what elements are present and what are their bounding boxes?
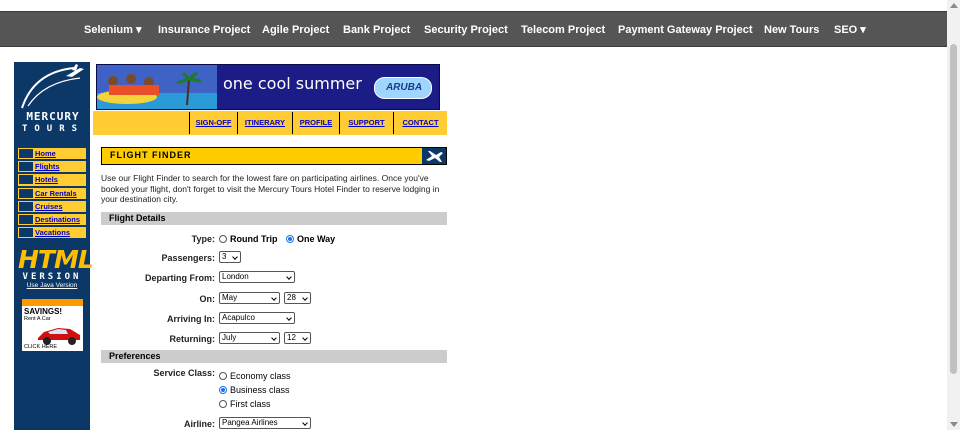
aruba-banner[interactable]: one cool summer ARUBA: [96, 64, 440, 110]
passengers-value: 3: [222, 252, 227, 261]
flight-finder-intro: Use our Flight Finder to search for the …: [101, 173, 440, 204]
depart-day-select[interactable]: 28: [284, 292, 311, 304]
support-link[interactable]: SUPPORT: [339, 112, 393, 134]
returning-label: Returning:: [169, 334, 216, 344]
aruba-logo: ARUBA: [374, 77, 432, 99]
mercury-tours-logo: MERCURY TOURS: [14, 62, 90, 136]
sidebar-item-cruises[interactable]: Cruises: [17, 199, 87, 213]
nav-selenium[interactable]: Selenium ▾: [84, 12, 141, 48]
radio-off-icon: [219, 235, 227, 243]
service-class-label: Service Class:: [153, 368, 215, 378]
sidebar-item-hotels[interactable]: Hotels: [17, 173, 87, 187]
return-month-select[interactable]: July: [219, 332, 280, 344]
itinerary-link[interactable]: ITINERARY: [237, 112, 292, 134]
chevron-down-icon: [302, 295, 308, 301]
top-navbar: Selenium ▾ Insurance Project Agile Proje…: [0, 11, 947, 47]
nav-security-project[interactable]: Security Project: [424, 12, 508, 48]
arriving-in-select[interactable]: Acapulco: [219, 312, 295, 324]
economy-label: Economy class: [230, 371, 291, 381]
logo-tours-text: TOURS: [21, 124, 85, 134]
radio-on-icon: [286, 235, 294, 243]
departing-from-label: Departing From:: [144, 273, 215, 283]
service-economy-radio[interactable]: Economy class: [219, 371, 291, 381]
arriving-in-label: Arriving In:: [166, 314, 215, 324]
roundtrip-label: Round Trip: [230, 234, 278, 244]
arriving-in-value: Acapulco: [222, 313, 255, 322]
page-title: FLIGHT FINDER: [110, 150, 192, 160]
signoff-link[interactable]: SIGN-OFF: [189, 112, 237, 134]
airline-label: Airline:: [183, 419, 215, 429]
first-label: First class: [230, 399, 271, 409]
chevron-down-icon: [286, 315, 292, 321]
radio-off-icon: [219, 372, 227, 380]
chevron-down-icon: [271, 335, 277, 341]
scroll-thumb[interactable]: [950, 44, 957, 374]
nav-bank-project[interactable]: Bank Project: [343, 12, 410, 48]
return-day-select[interactable]: 12: [284, 332, 311, 344]
airline-value: Pangea Airlines: [222, 418, 278, 427]
depart-month-value: May: [222, 293, 238, 302]
chevron-down-icon: [232, 254, 238, 260]
aruba-logo-text: ARUBA: [385, 82, 423, 93]
return-day-value: 12: [287, 333, 296, 342]
scroll-down-icon[interactable]: [950, 422, 958, 427]
radio-on-icon: [219, 386, 227, 394]
type-label: Type:: [191, 234, 215, 244]
logo-mercury-text: MERCURY: [26, 110, 80, 123]
airplane-icon: [422, 148, 446, 164]
chevron-down-icon: [302, 335, 308, 341]
sidebar-item-car-rentals[interactable]: Car Rentals: [17, 186, 87, 200]
on-date-label: On:: [199, 294, 216, 304]
sidebar-item-home[interactable]: Home: [17, 147, 87, 161]
side-menu: Home Flights Hotels Car Rentals Cruises …: [17, 147, 87, 240]
depart-day-value: 28: [287, 293, 296, 302]
scroll-up-icon[interactable]: [950, 3, 958, 8]
page-scrollbar[interactable]: [947, 0, 960, 430]
chevron-down-icon: [302, 420, 308, 426]
airline-select[interactable]: Pangea Airlines: [219, 417, 311, 429]
nav-insurance-project[interactable]: Insurance Project: [158, 12, 250, 48]
service-first-radio[interactable]: First class: [219, 399, 271, 409]
nav-payment-gateway-project[interactable]: Payment Gateway Project: [618, 12, 753, 48]
sidebar-item-destinations[interactable]: Destinations: [17, 212, 87, 227]
nav-seo[interactable]: SEO ▾: [834, 12, 866, 48]
trip-type-oneway-radio[interactable]: One Way: [286, 234, 335, 244]
depart-month-select[interactable]: May: [219, 292, 280, 304]
flight-finder-header: FLIGHT FINDER: [101, 147, 447, 165]
ad-click-here-text: CLICK HERE: [24, 344, 58, 350]
flight-details-header: Flight Details: [101, 212, 447, 225]
trip-type-roundtrip-radio[interactable]: Round Trip: [219, 234, 278, 244]
business-label: Business class: [230, 385, 290, 395]
top-links-bar: SIGN-OFF ITINERARY PROFILE SUPPORT CONTA…: [93, 111, 447, 135]
nav-agile-project[interactable]: Agile Project: [262, 12, 329, 48]
chevron-down-icon: [286, 274, 292, 280]
departing-from-select[interactable]: London: [219, 271, 295, 283]
banner-slogan: one cool summer: [223, 74, 362, 93]
preferences-header: Preferences: [101, 350, 447, 363]
chevron-down-icon: [271, 295, 277, 301]
radio-off-icon: [219, 400, 227, 408]
nav-new-tours[interactable]: New Tours: [764, 12, 819, 48]
passengers-label: Passengers:: [161, 253, 215, 263]
beach-photo-icon: [97, 65, 217, 109]
use-java-version-link[interactable]: Use Java Version: [18, 282, 86, 289]
departing-from-value: London: [222, 272, 249, 281]
return-month-value: July: [222, 333, 237, 342]
service-business-radio[interactable]: Business class: [219, 385, 290, 395]
sidebar-item-flights[interactable]: Flights: [17, 160, 87, 174]
contact-link[interactable]: CONTACT: [393, 112, 447, 134]
nav-telecom-project[interactable]: Telecom Project: [521, 12, 605, 48]
profile-link[interactable]: PROFILE: [292, 112, 339, 134]
passengers-select[interactable]: 3: [219, 251, 241, 263]
oneway-label: One Way: [297, 234, 336, 244]
airplane-logo-icon: [21, 64, 84, 109]
